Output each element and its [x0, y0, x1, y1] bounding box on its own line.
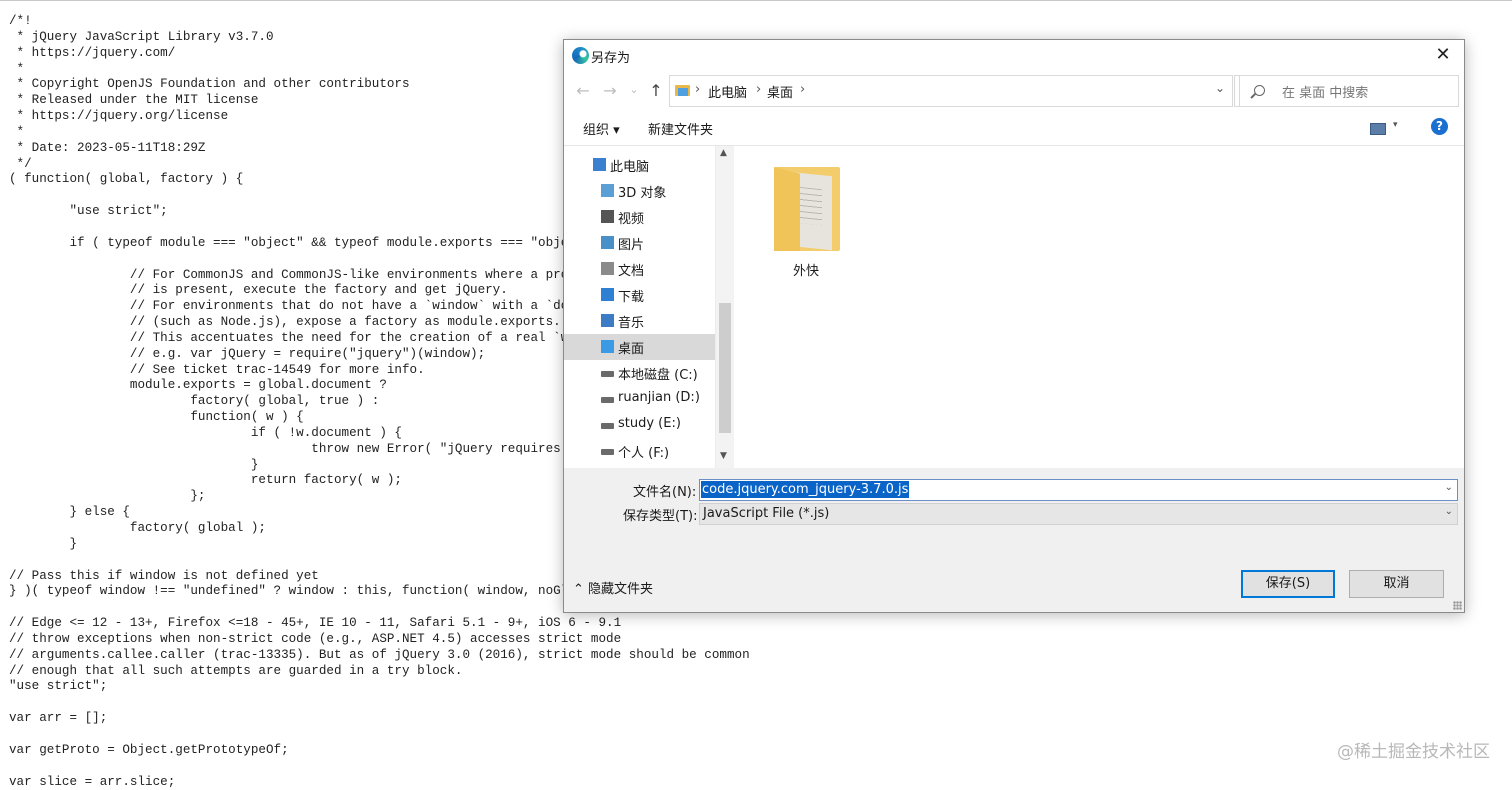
- tree-item-label: study (E:): [618, 416, 681, 431]
- filename-field[interactable]: code.jquery.com_jquery-3.7.0.js ⌄: [699, 479, 1458, 501]
- search-icon: [1254, 85, 1265, 96]
- address-bar[interactable]: › 此电脑 › 桌面 › ⌄: [669, 75, 1233, 107]
- 3d-objects-icon: [601, 184, 614, 197]
- filetype-dropdown[interactable]: ⌄: [1445, 506, 1453, 517]
- breadcrumb-separator[interactable]: ›: [800, 82, 805, 97]
- tree-item-label: 音乐: [618, 312, 644, 331]
- watermark: @稀土掘金技术社区: [1337, 737, 1490, 762]
- search-input[interactable]: 在 桌面 中搜索: [1239, 75, 1459, 107]
- help-icon[interactable]: ?: [1431, 118, 1448, 135]
- tree-item-label: ruanjian (D:): [618, 390, 700, 405]
- filename-value[interactable]: code.jquery.com_jquery-3.7.0.js: [701, 481, 909, 498]
- tree-item[interactable]: 此电脑: [564, 152, 715, 178]
- search-placeholder: 在 桌面 中搜索: [1282, 82, 1368, 101]
- code-line: // throw exceptions when non-strict code…: [9, 632, 1509, 648]
- tree-item[interactable]: 个人 (F:): [564, 438, 715, 464]
- music-icon: [601, 314, 614, 327]
- tree-item-label: 个人 (F:): [618, 442, 669, 461]
- code-line: // arguments.callee.caller (trac-13335).…: [9, 648, 1509, 664]
- tree-item[interactable]: 本地磁盘 (C:): [564, 360, 715, 386]
- tree-item[interactable]: ruanjian (D:): [564, 386, 715, 412]
- breadcrumb-separator[interactable]: ›: [756, 82, 761, 97]
- tree-item[interactable]: 桌面: [564, 334, 715, 360]
- hide-folders-button[interactable]: ⌃ 隐藏文件夹: [573, 578, 653, 597]
- view-options-dropdown[interactable]: ▾: [1393, 120, 1398, 130]
- drive-icon: [601, 449, 614, 455]
- save-options: 文件名(N): code.jquery.com_jquery-3.7.0.js …: [564, 469, 1464, 612]
- code-line: /*!: [9, 14, 1509, 30]
- drive-c-icon: [601, 371, 614, 377]
- file-list: 外快: [734, 146, 1464, 468]
- scroll-down-icon[interactable]: ▼: [720, 451, 727, 461]
- tree-item[interactable]: study (E:): [564, 412, 715, 438]
- tree-item-label: 3D 对象: [618, 182, 666, 201]
- navigation-scrollbar[interactable]: ▲ ▼: [715, 146, 734, 468]
- tree-item[interactable]: 图片: [564, 230, 715, 256]
- filename-label: 文件名(N):: [633, 481, 696, 500]
- folder-icon: [675, 85, 690, 96]
- organize-menu[interactable]: 组织 ▾: [583, 119, 620, 138]
- address-dropdown[interactable]: ⌄: [1215, 81, 1225, 95]
- tree-item-label: 本地磁盘 (C:): [618, 364, 698, 383]
- folder-item[interactable]: 外快: [768, 162, 844, 277]
- edge-app-icon: [572, 47, 589, 64]
- tree-item-label: 此电脑: [610, 156, 649, 175]
- dialog-titlebar: 另存为 ✕: [564, 40, 1464, 71]
- forward-button[interactable]: →: [601, 81, 619, 100]
- tree-item-label: 桌面: [618, 338, 644, 357]
- resize-grip[interactable]: [1453, 601, 1462, 610]
- tree-item-label: 图片: [618, 234, 644, 253]
- tree-item-label: 视频: [618, 208, 644, 227]
- tree-item[interactable]: 视频: [564, 204, 715, 230]
- code-line: // enough that all such attempts are gua…: [9, 664, 1509, 680]
- downloads-icon: [601, 288, 614, 301]
- folder-label: 外快: [768, 260, 844, 279]
- back-button[interactable]: ←: [574, 81, 592, 100]
- drive-icon: [601, 397, 614, 403]
- navigation-bar: ← → ⌄ ↑ › 此电脑 › 桌面 › ⌄ ↻ 在 桌面 中搜索: [564, 71, 1464, 111]
- view-options-icon[interactable]: [1370, 123, 1386, 135]
- close-button[interactable]: ✕: [1430, 43, 1456, 67]
- filetype-value: JavaScript File (*.js): [703, 506, 829, 521]
- code-line: [9, 759, 1509, 775]
- filename-dropdown[interactable]: ⌄: [1445, 482, 1453, 493]
- tree-item[interactable]: 3D 对象: [564, 178, 715, 204]
- scroll-up-icon[interactable]: ▲: [720, 148, 727, 158]
- breadcrumb-separator[interactable]: ›: [695, 82, 700, 97]
- breadcrumb-desktop[interactable]: 桌面: [767, 82, 793, 101]
- computer-icon: [593, 158, 606, 171]
- save-as-dialog: 另存为 ✕ ← → ⌄ ↑ › 此电脑 › 桌面 › ⌄ ↻ 在 桌面 中搜索 …: [563, 39, 1465, 613]
- new-folder-button[interactable]: 新建文件夹: [648, 119, 713, 138]
- breadcrumb-this-pc[interactable]: 此电脑: [708, 82, 747, 101]
- up-button[interactable]: ↑: [647, 81, 665, 100]
- videos-icon: [601, 210, 614, 223]
- code-line: "use strict";: [9, 679, 1509, 695]
- drive-icon: [601, 423, 614, 429]
- save-button[interactable]: 保存(S): [1241, 570, 1335, 598]
- folder-front: [774, 167, 800, 251]
- cancel-button[interactable]: 取消: [1349, 570, 1444, 598]
- documents-icon: [601, 262, 614, 275]
- code-line: // Edge <= 12 - 13+, Firefox <=18 - 45+,…: [9, 616, 1509, 632]
- filetype-label: 保存类型(T):: [623, 505, 697, 524]
- recent-locations-button[interactable]: ⌄: [625, 83, 643, 96]
- tree-item-label: 文档: [618, 260, 644, 279]
- tree-item[interactable]: 下载: [564, 282, 715, 308]
- tree-item[interactable]: 音乐: [564, 308, 715, 334]
- code-line: var slice = arr.slice;: [9, 775, 1509, 790]
- scroll-thumb[interactable]: [719, 303, 731, 433]
- navigation-pane: 此电脑 3D 对象视频图片文档下载音乐桌面本地磁盘 (C:) ruanjian (D…: [564, 146, 715, 468]
- code-line: var getProto = Object.getPrototypeOf;: [9, 743, 1509, 759]
- dialog-title: 另存为: [591, 47, 630, 66]
- code-line: var arr = [];: [9, 711, 1509, 727]
- code-line: [9, 695, 1509, 711]
- window-top-border: [0, 0, 1512, 1]
- tree-item[interactable]: 文档: [564, 256, 715, 282]
- tree-item-label: 下载: [618, 286, 644, 305]
- pictures-icon: [601, 236, 614, 249]
- command-bar: 组织 ▾ 新建文件夹 ▾ ?: [564, 111, 1464, 146]
- code-line: [9, 727, 1509, 743]
- filetype-select[interactable]: JavaScript File (*.js) ⌄: [699, 503, 1458, 525]
- desktop-icon: [601, 340, 614, 353]
